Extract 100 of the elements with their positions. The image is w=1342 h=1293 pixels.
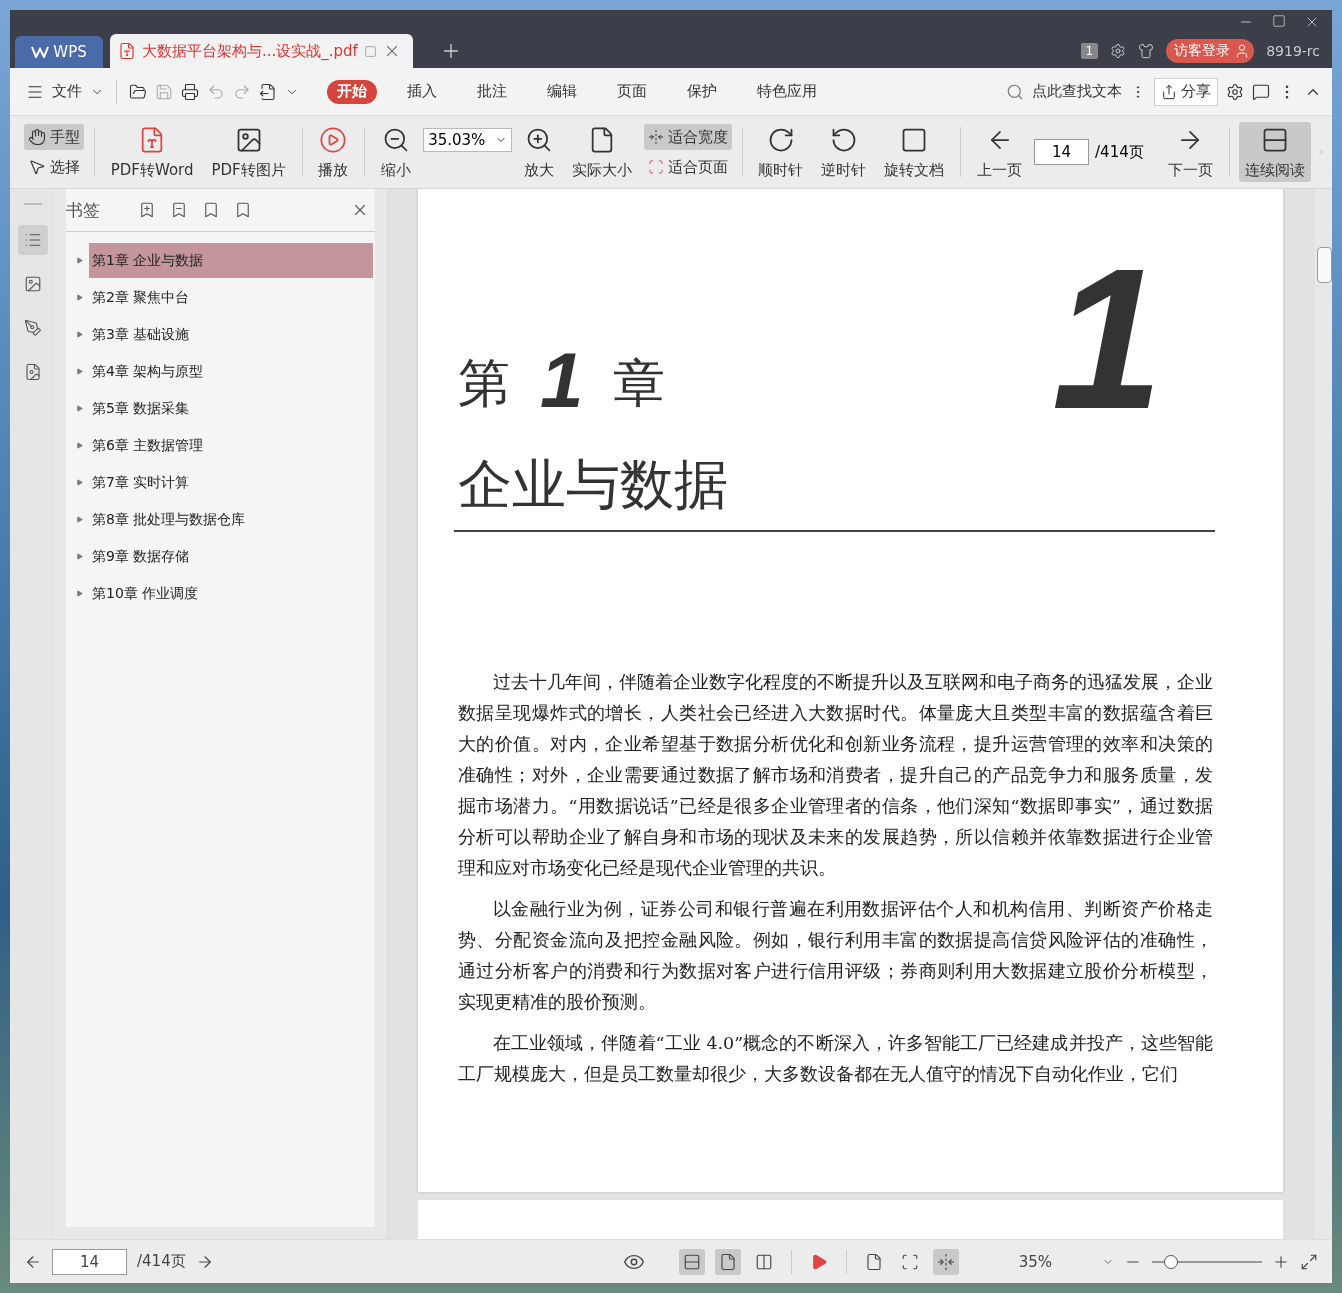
add-bookmark-icon[interactable] bbox=[202, 201, 220, 219]
scrollbar[interactable] bbox=[1315, 189, 1332, 1239]
share-icon bbox=[1161, 83, 1177, 100]
expand-arrow-icon bbox=[76, 516, 83, 523]
play-button[interactable]: 播放 bbox=[312, 122, 355, 182]
bookmarks-panel-button[interactable] bbox=[17, 225, 48, 255]
user-name: 8919-rc bbox=[1266, 43, 1320, 59]
rotate-clockwise-button[interactable]: 顺时针 bbox=[752, 122, 810, 182]
wps-logo-icon bbox=[31, 46, 50, 58]
zoom-out-button[interactable]: 缩小 bbox=[375, 122, 418, 182]
bookmark-item[interactable]: 第4章 架构与原型 bbox=[66, 353, 373, 390]
print-icon[interactable] bbox=[181, 82, 199, 101]
expand-arrow-icon bbox=[76, 590, 83, 597]
expand-all-icon[interactable] bbox=[138, 201, 156, 219]
menu-tab[interactable]: 编辑 bbox=[537, 79, 587, 104]
folder-icon[interactable] bbox=[129, 82, 147, 101]
chapter-title: 企业与数据 bbox=[458, 452, 728, 518]
bookmark-item[interactable]: 第7章 实时计算 bbox=[66, 464, 373, 501]
search-text[interactable]: 点此查找文本 bbox=[1032, 82, 1122, 101]
maximize-icon[interactable] bbox=[1272, 14, 1286, 28]
menu-tab[interactable]: 保护 bbox=[677, 79, 727, 104]
body-paragraph: 过去十几年间，伴随着企业数字化程度的不断提升以及互联网和电子商务的迅猛发展，企业数据呈现爆炸式的增长，人类社会已经进入大数据时代。体量庞大且类型丰富的数据蕴含着巨大的价值。对内，企业希望基于数据分析优化和创新业务流程，提升运营管理的效率和决策的准确性；对外，企业需要通过数据了解市场和消费者，提升自己的产品竞争力和服务质量，发掘市场潜力。“用数据说话”已经是很多企业管理者的信条，他们深知“数据即事实”，通过数据分析可以帮助企业了解自身和市场的现状及未来的发展趋势，所以信赖并依靠数据进行企业管理和应对市场变化已经是现代企业管理的共识。 bbox=[458, 671, 1213, 880]
pdf-to-image-button[interactable]: PDF转图片 bbox=[205, 122, 292, 182]
bookmark-item[interactable]: 第2章 聚焦中台 bbox=[66, 279, 373, 316]
file-menu[interactable]: 文件 bbox=[52, 82, 82, 101]
pointer-icon bbox=[28, 158, 46, 176]
collapse-all-icon[interactable] bbox=[170, 201, 188, 219]
pdf-to-word-button[interactable]: PDF转Word bbox=[104, 122, 200, 182]
bookmark-item[interactable]: 第6章 主数据管理 bbox=[66, 427, 373, 464]
shirt-icon[interactable] bbox=[1138, 43, 1155, 59]
settings-icon[interactable] bbox=[1226, 82, 1244, 101]
page-total: /414页 bbox=[137, 1252, 186, 1271]
page-input[interactable]: 14 bbox=[52, 1248, 127, 1275]
document-tab[interactable]: 大数据平台架构与...设实战_.pdf bbox=[110, 34, 413, 68]
menu-tab[interactable]: 页面 bbox=[607, 79, 657, 104]
expand-arrow-icon bbox=[76, 257, 83, 264]
view-mode-button[interactable] bbox=[714, 1248, 741, 1275]
image-icon bbox=[23, 275, 42, 293]
bookmark-item[interactable]: 第3章 基础设施 bbox=[66, 316, 373, 353]
view-mode-button[interactable] bbox=[678, 1248, 705, 1275]
actual-size-button[interactable]: 实际大小 bbox=[565, 122, 638, 182]
chapter-number: 1 bbox=[540, 341, 584, 419]
chat-icon[interactable] bbox=[1252, 82, 1270, 101]
panel-title: 书签 bbox=[66, 198, 100, 222]
chapter-label: 第 bbox=[458, 352, 510, 415]
expand-arrow-icon bbox=[76, 294, 83, 301]
zoom-select[interactable]: 35.03% bbox=[423, 128, 512, 152]
select-tool-button[interactable]: 选择 bbox=[24, 154, 84, 180]
page-total: /414页 bbox=[1095, 142, 1144, 162]
expand-arrow-icon bbox=[76, 368, 83, 375]
pdf-icon bbox=[118, 42, 136, 60]
fit-page-icon bbox=[900, 1252, 919, 1271]
bookmark-item[interactable]: 第5章 数据采集 bbox=[66, 390, 373, 427]
bookmark-item[interactable]: 第8章 批处理与数据仓库 bbox=[66, 501, 373, 538]
fit-page-button[interactable]: 适合页面 bbox=[643, 154, 732, 180]
menu-tab[interactable]: 开始 bbox=[327, 79, 377, 104]
page-view-icon bbox=[718, 1252, 737, 1271]
body-paragraph: 在工业领域，伴随着“工业 4.0”概念的不断深入，许多智能工厂已经建成并投产，这些智能工厂规模庞大，但是员工数量却很少，大多数设备都在无人值守的情况下自动化作业，它们 bbox=[458, 1032, 1213, 1086]
page-view-icon bbox=[754, 1252, 773, 1271]
expand-arrow-icon bbox=[76, 479, 83, 486]
bookmark-icon[interactable] bbox=[234, 201, 252, 219]
gear-icon bbox=[1110, 43, 1127, 59]
zoom-value[interactable]: 35% bbox=[1018, 1252, 1052, 1271]
search-icon bbox=[1006, 82, 1024, 101]
continuous-reading-button[interactable]: 连续阅读 bbox=[1239, 122, 1312, 182]
expand-arrow-icon bbox=[76, 405, 83, 412]
menu-tab[interactable]: 插入 bbox=[397, 79, 447, 104]
share-button[interactable]: 分享 bbox=[1154, 77, 1218, 106]
page-view-icon bbox=[682, 1252, 701, 1271]
drag-handle-icon[interactable] bbox=[23, 203, 42, 205]
rotate-document-button[interactable]: 旋转文档 bbox=[878, 122, 951, 182]
chapter-suffix: 章 bbox=[613, 352, 666, 415]
actual-size-icon bbox=[864, 1252, 883, 1271]
chapter-big-number: 1 bbox=[1051, 259, 1163, 452]
fit-width-button[interactable]: 适合宽度 bbox=[643, 124, 732, 150]
list-icon bbox=[23, 231, 42, 249]
previous-page-button[interactable]: 上一页 bbox=[971, 122, 1029, 182]
page-count-badge: 1 bbox=[1080, 43, 1099, 59]
fullscreen-icon[interactable] bbox=[1300, 1252, 1318, 1271]
zoom-in-button[interactable]: 放大 bbox=[517, 122, 560, 182]
menu-tab[interactable]: 特色应用 bbox=[747, 79, 827, 104]
fit-page-icon bbox=[647, 159, 664, 175]
rotate-counterclockwise-button[interactable]: 逆时针 bbox=[815, 122, 873, 182]
hand-tool-button[interactable]: 手型 bbox=[24, 124, 84, 150]
menu-tab[interactable]: 批注 bbox=[467, 79, 517, 104]
page-input[interactable]: 14 bbox=[1034, 139, 1090, 165]
chevron-right-icon bbox=[1317, 146, 1326, 158]
play-icon bbox=[319, 126, 348, 154]
next-page-button[interactable]: 下一页 bbox=[1161, 122, 1219, 182]
bookmark-item[interactable]: 第9章 数据存储 bbox=[66, 538, 373, 575]
bookmark-item[interactable]: 第10章 作业调度 bbox=[66, 575, 373, 612]
body-paragraph: 以金融行业为例，证券公司和银行普遍在利用数据评估个人和机构信用、判断资产价格走势、分配资金流向及把控金融风险。例如，银行利用丰富的数据提高信贷风险评估的准确性，通过分析客户的消费和行为数据对客户进行信用评级；券商则利用大数据建立股价分析模型，实现更精准的股价预测。 bbox=[458, 898, 1213, 1014]
fit-width-button[interactable] bbox=[932, 1248, 959, 1275]
fit-width-icon bbox=[647, 129, 664, 145]
login-button[interactable]: 访客登录 bbox=[1166, 39, 1255, 63]
export-icon[interactable] bbox=[259, 82, 277, 101]
wps-tab[interactable]: WPS bbox=[15, 36, 103, 68]
expand-arrow-icon bbox=[76, 553, 83, 560]
pen-icon bbox=[23, 319, 42, 337]
fit-width-icon bbox=[936, 1252, 955, 1271]
